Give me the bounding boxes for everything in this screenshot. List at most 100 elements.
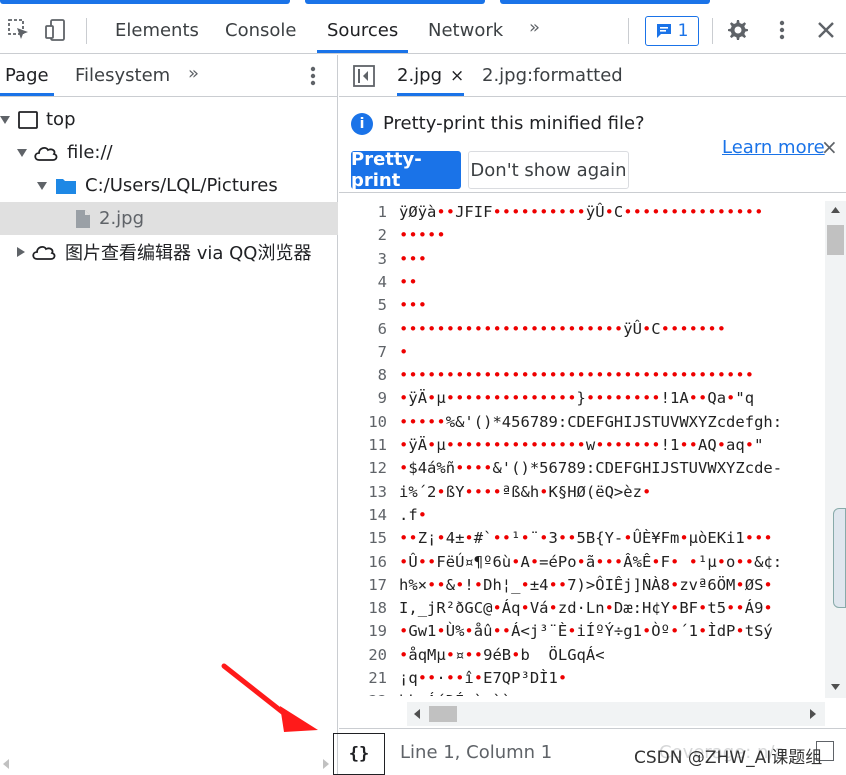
tree-item-label: top [46, 109, 76, 130]
gear-icon[interactable] [723, 16, 751, 44]
editor-tab-2jpg[interactable]: 2.jpg × [397, 55, 465, 96]
code-view[interactable]: 1 ÿØÿà••JFIF••••••••••ÿÛ•C•••••••••••••••… [339, 201, 823, 696]
inspect-element-icon[interactable] [5, 16, 33, 44]
tab-network[interactable]: Network [418, 6, 513, 53]
line-number[interactable]: 22 [339, 690, 399, 696]
cloud-icon [33, 144, 59, 162]
tab-sources[interactable]: Sources [317, 6, 409, 53]
side-widget [833, 508, 846, 608]
device-toolbar-icon[interactable] [42, 16, 70, 44]
tree-item-label: file:// [67, 142, 113, 163]
close-icon[interactable]: × [821, 135, 838, 159]
line-number[interactable]: 11 [339, 434, 399, 457]
pretty-print-button[interactable]: Pretty-print [351, 149, 461, 191]
message-icon [656, 24, 671, 38]
tree-item-top[interactable]: top [0, 103, 338, 136]
tree-item-file-origin[interactable]: file:// [0, 136, 338, 169]
scroll-up-icon[interactable] [830, 206, 841, 214]
line-text: .f• [399, 505, 428, 524]
code-line: 7 • [339, 341, 409, 364]
toolbar-divider [628, 18, 629, 44]
line-text: hk>ÁáÐÍ•ì•`à [399, 690, 511, 696]
tree-item-label: 图片查看编辑器 via QQ浏览器 [65, 242, 312, 264]
line-number[interactable]: 3 [339, 248, 399, 271]
horizontal-scrollbar[interactable] [407, 702, 825, 726]
line-text: •ÿÄ•µ••••••••••••••}••••••••!1A••Qa•"q [399, 389, 755, 408]
line-number[interactable]: 19 [339, 620, 399, 643]
line-number[interactable]: 4 [339, 271, 399, 294]
line-text: I,_jR²ðGC@•Áq•Vá•zd·Ln•Dæ:H¢Y•BF•t5••Á9• [399, 599, 773, 618]
tree-item-extension[interactable]: 图片查看编辑器 via QQ浏览器 [0, 235, 338, 268]
tab-elements[interactable]: Elements [105, 6, 209, 53]
tab-filesystem[interactable]: Filesystem [70, 55, 175, 96]
line-number[interactable]: 5 [339, 294, 399, 317]
line-number[interactable]: 14 [339, 504, 399, 527]
close-icon[interactable] [812, 16, 840, 44]
line-number[interactable]: 2 [339, 224, 399, 247]
line-text: ¡q••·••î•E7QP³DÌ1• [399, 669, 568, 687]
dont-show-again-button[interactable]: Don't show again [468, 151, 629, 189]
code-line: 9 •ÿÄ•µ••••••••••••••}••••••••!1A••Qa•"q [339, 387, 754, 410]
line-number[interactable]: 18 [339, 597, 399, 620]
devtools-toolbar: Elements Console Sources Network » 1 [0, 6, 846, 54]
line-number[interactable]: 6 [339, 318, 399, 341]
scroll-down-icon[interactable] [830, 683, 841, 691]
code-line: 3 ••• [339, 248, 427, 271]
line-number[interactable]: 8 [339, 364, 399, 387]
editor-status-bar: {} Line 1, Column 1 Coverage: n/a CSDN @… [333, 728, 846, 775]
kebab-menu-icon[interactable] [306, 63, 320, 89]
expand-arrow-icon [0, 115, 10, 124]
info-icon: i [351, 113, 373, 135]
tab-console[interactable]: Console [215, 6, 306, 53]
line-text: •Û••FëÚ¤¶º6ù•A•=éPo•ã•••Â%Ê•F• •¹µ•o••&¢… [399, 552, 783, 571]
line-number[interactable]: 21 [339, 667, 399, 690]
navigator-horizontal-scrollbar[interactable] [0, 753, 338, 775]
more-panels-chevron[interactable]: » [529, 17, 540, 38]
editor-tabs: 2.jpg × 2.jpg:formatted [339, 55, 846, 97]
line-number[interactable]: 20 [339, 644, 399, 667]
code-line: 22hk>ÁáÐÍ•ì•`à [339, 690, 511, 696]
line-text: • [399, 342, 409, 361]
tab-page[interactable]: Page [0, 55, 54, 96]
scroll-right-icon[interactable] [322, 758, 330, 770]
line-number[interactable]: 1 [339, 201, 399, 224]
toggle-navigator-icon[interactable] [353, 65, 375, 87]
code-line: 5 ••• [339, 294, 427, 317]
issues-button[interactable]: 1 [645, 16, 699, 46]
line-number[interactable]: 9 [339, 387, 399, 410]
learn-more-link[interactable]: Learn more [722, 137, 825, 158]
scroll-left-icon[interactable] [413, 708, 421, 720]
code-line: 4 •• [339, 271, 418, 294]
code-line: 15 ••Z¡•4±•#`••¹•¨•3••5B{Y-•ÛÈ¥Fm•µòEKi1•… [339, 527, 772, 550]
line-text: •• [399, 272, 418, 291]
line-number[interactable]: 10 [339, 411, 399, 434]
scroll-right-icon[interactable] [809, 708, 817, 720]
code-line: 8 •••••••••••••••••••••••••••••••••••••• [339, 364, 754, 387]
browser-tab-indicator [305, 0, 485, 4]
tree-item-file[interactable]: 2.jpg [0, 202, 338, 235]
editor-tab-formatted[interactable]: 2.jpg:formatted [482, 55, 623, 96]
line-number[interactable]: 13 [339, 481, 399, 504]
close-tab-icon[interactable]: × [450, 66, 464, 86]
code-line: 21 ¡q••·••î•E7QP³DÌ1• [339, 667, 567, 690]
scrollbar-thumb[interactable] [429, 706, 457, 722]
watermark: CSDN @ZHW_AI课题组 [634, 748, 823, 768]
format-button[interactable]: {} [333, 733, 385, 775]
line-text: ••••• [399, 226, 446, 245]
file-icon [75, 209, 91, 229]
line-text: ••••••••••••••••••••••••ÿÛ•C••••••• [399, 319, 727, 338]
line-number[interactable]: 16 [339, 551, 399, 574]
line-number[interactable]: 12 [339, 457, 399, 480]
scroll-left-icon[interactable] [2, 758, 10, 770]
tree-item-folder[interactable]: C:/Users/LQL/Pictures [0, 169, 338, 202]
code-line: 19 •Gw1•Ù%•åû••Á<j³¨È•iÍºÝ÷g1•Òº•´1•ÌdP•t… [339, 620, 772, 643]
line-number[interactable]: 15 [339, 527, 399, 550]
scrollbar-thumb[interactable] [827, 225, 844, 255]
line-text: •ÿÄ•µ•••••••••••••••w•••••••!1••AQ•aq•" [399, 436, 764, 454]
kebab-menu-icon[interactable] [768, 16, 796, 44]
line-number[interactable]: 17 [339, 574, 399, 597]
vertical-scrollbar[interactable] [825, 201, 846, 698]
line-number[interactable]: 7 [339, 341, 399, 364]
code-line: 20 •åqMµ•¤••9éB•b ÖLGqÁ< [339, 644, 604, 667]
more-tabs-chevron[interactable]: » [188, 63, 199, 84]
